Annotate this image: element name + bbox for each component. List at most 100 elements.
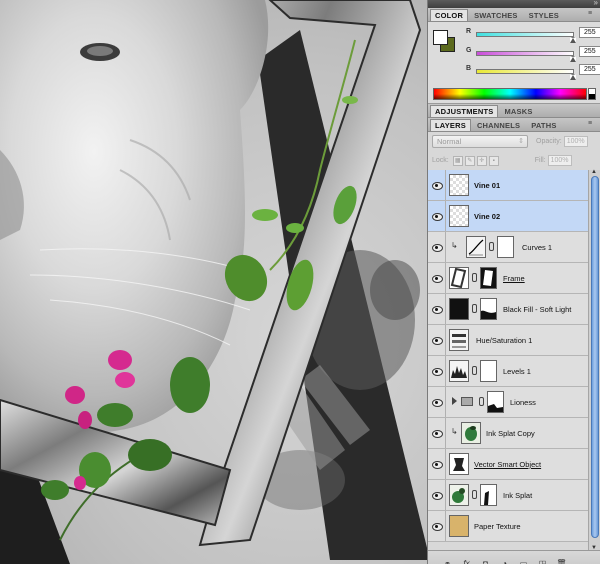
ink-splat-thumb: [461, 422, 481, 444]
lock-transparency-icon[interactable]: ▦: [452, 155, 463, 166]
layers-panel-menu-icon[interactable]: ≡: [588, 120, 597, 128]
red-value-field[interactable]: 255: [579, 27, 600, 38]
mask-link-icon[interactable]: [479, 397, 484, 406]
add-mask-icon[interactable]: ◘: [480, 558, 491, 564]
green-value-field[interactable]: 255: [579, 46, 600, 57]
dock-header: »: [428, 0, 600, 8]
mask-link-icon[interactable]: [489, 242, 494, 251]
layer-row-black-fill[interactable]: Black Fill - Soft Light: [428, 294, 588, 325]
layer-row-vine-01[interactable]: Vine 01: [428, 170, 588, 201]
layers-footer: ⚭ fx ◘ ◑ ▭ ◳ 🗑: [428, 550, 600, 564]
tab-swatches[interactable]: SWATCHES: [469, 9, 523, 21]
fx-icon[interactable]: fx: [461, 558, 472, 564]
mask-link-icon[interactable]: [472, 273, 477, 282]
layer-row-vine-02[interactable]: Vine 02: [428, 201, 588, 232]
visibility-eye-icon[interactable]: [431, 521, 443, 531]
green-slider-row: G 255: [466, 46, 600, 62]
layer-row-frame[interactable]: Frame: [428, 263, 588, 294]
fill-field[interactable]: 100%: [547, 155, 572, 166]
frame-thumb: [449, 267, 469, 289]
visibility-eye-icon[interactable]: [431, 211, 443, 221]
lock-position-icon[interactable]: ✛: [476, 155, 487, 166]
pink-flower: [115, 372, 135, 388]
layer-mask-thumb: [487, 391, 504, 413]
tab-paths[interactable]: PATHS: [526, 119, 561, 131]
lock-image-icon[interactable]: ✎: [464, 155, 475, 166]
visibility-eye-icon[interactable]: [431, 490, 443, 500]
panels-dock: » COLOR SWATCHES STYLES ≡ R 255 G 255 B …: [427, 0, 600, 564]
red-slider-track[interactable]: [476, 32, 574, 37]
link-layers-icon[interactable]: ⚭: [442, 558, 453, 564]
layer-row-paper-texture[interactable]: Paper Texture: [428, 511, 588, 542]
layer-row-ink-splat-copy[interactable]: ↳ Ink Splat Copy: [428, 418, 588, 449]
lock-buttons: ▦ ✎ ✛ ▪: [452, 155, 501, 166]
layer-name: Vine 02: [474, 212, 501, 221]
mask-link-icon[interactable]: [472, 304, 477, 313]
mask-link-icon[interactable]: [472, 366, 477, 375]
ink-splat: [370, 260, 420, 320]
layer-row-ink-splat[interactable]: Ink Splat: [428, 480, 588, 511]
group-expand-triangle-icon[interactable]: [452, 397, 457, 405]
clipping-arrow-icon: ↳: [451, 241, 458, 250]
mask-link-icon[interactable]: [472, 490, 477, 499]
layer-name: Frame: [503, 274, 525, 283]
tab-layers[interactable]: LAYERS: [430, 119, 471, 131]
levels-icon: [449, 360, 469, 382]
opacity-label: Opacity:: [536, 138, 562, 145]
opacity-field[interactable]: 100%: [563, 136, 588, 147]
visibility-eye-icon[interactable]: [431, 459, 443, 469]
scroll-thumb[interactable]: [591, 176, 599, 538]
smart-object-thumb: [449, 453, 469, 475]
layer-name: Vector Smart Object: [474, 460, 542, 469]
layer-row-lioness-group[interactable]: Lioness: [428, 387, 588, 418]
visibility-eye-icon[interactable]: [431, 397, 443, 407]
fill-label: Fill:: [534, 157, 546, 164]
visibility-eye-icon[interactable]: [431, 304, 443, 314]
lock-all-icon[interactable]: ▪: [488, 155, 499, 166]
delete-layer-icon[interactable]: 🗑: [556, 558, 567, 564]
foreground-color-swatch[interactable]: [433, 30, 448, 45]
layers-scrollbar[interactable]: ▲ ▼: [588, 169, 600, 551]
tab-channels[interactable]: CHANNELS: [472, 119, 525, 131]
blend-mode-value: Normal: [437, 137, 462, 146]
new-layer-icon[interactable]: ◳: [537, 558, 548, 564]
ink-splat-thumb: [449, 484, 469, 506]
red-slider-thumb[interactable]: [570, 37, 576, 43]
visibility-eye-icon[interactable]: [431, 273, 443, 283]
layer-mask-thumb: [480, 298, 497, 320]
visibility-eye-icon[interactable]: [431, 335, 443, 345]
layers-panel-tabbar: LAYERS CHANNELS PATHS ≡: [428, 118, 600, 132]
green-slider-thumb[interactable]: [570, 56, 576, 62]
tab-masks[interactable]: MASKS: [499, 105, 537, 117]
layer-row-curves-1[interactable]: ↳ Curves 1: [428, 232, 588, 263]
black-white-ramp[interactable]: [588, 88, 596, 100]
tab-color[interactable]: COLOR: [430, 9, 469, 21]
blend-mode-select[interactable]: Normal ⇕: [432, 135, 528, 148]
blue-value-field[interactable]: 255: [579, 64, 600, 75]
layer-name: Hue/Saturation 1: [476, 336, 533, 345]
blue-slider-track[interactable]: [476, 69, 574, 74]
layer-row-levels-1[interactable]: Levels 1: [428, 356, 588, 387]
panel-menu-icon[interactable]: ≡: [588, 10, 597, 18]
new-group-icon[interactable]: ▭: [518, 558, 529, 564]
visibility-eye-icon[interactable]: [431, 428, 443, 438]
lock-label: Lock:: [432, 157, 449, 164]
visibility-eye-icon[interactable]: [431, 242, 443, 252]
layer-row-hue-saturation-1[interactable]: Hue/Saturation 1: [428, 325, 588, 356]
document-canvas[interactable]: [0, 0, 427, 564]
scroll-up-icon[interactable]: ▲: [591, 169, 597, 175]
layer-name: Lioness: [510, 398, 536, 407]
layer-name: Levels 1: [503, 367, 531, 376]
clipping-arrow-icon: ↳: [451, 427, 458, 436]
collapse-dock-icon[interactable]: »: [594, 0, 599, 7]
blue-slider-thumb[interactable]: [570, 74, 576, 80]
tab-styles[interactable]: STYLES: [524, 9, 564, 21]
visibility-eye-icon[interactable]: [431, 366, 443, 376]
new-adjustment-icon[interactable]: ◑: [499, 558, 510, 564]
visibility-eye-icon[interactable]: [431, 180, 443, 190]
layer-name: Vine 01: [474, 181, 501, 190]
green-slider-track[interactable]: [476, 51, 574, 56]
tab-adjustments[interactable]: ADJUSTMENTS: [430, 105, 499, 117]
color-spectrum-ramp[interactable]: [433, 88, 587, 100]
layer-row-vector-smart-object[interactable]: Vector Smart Object: [428, 449, 588, 480]
